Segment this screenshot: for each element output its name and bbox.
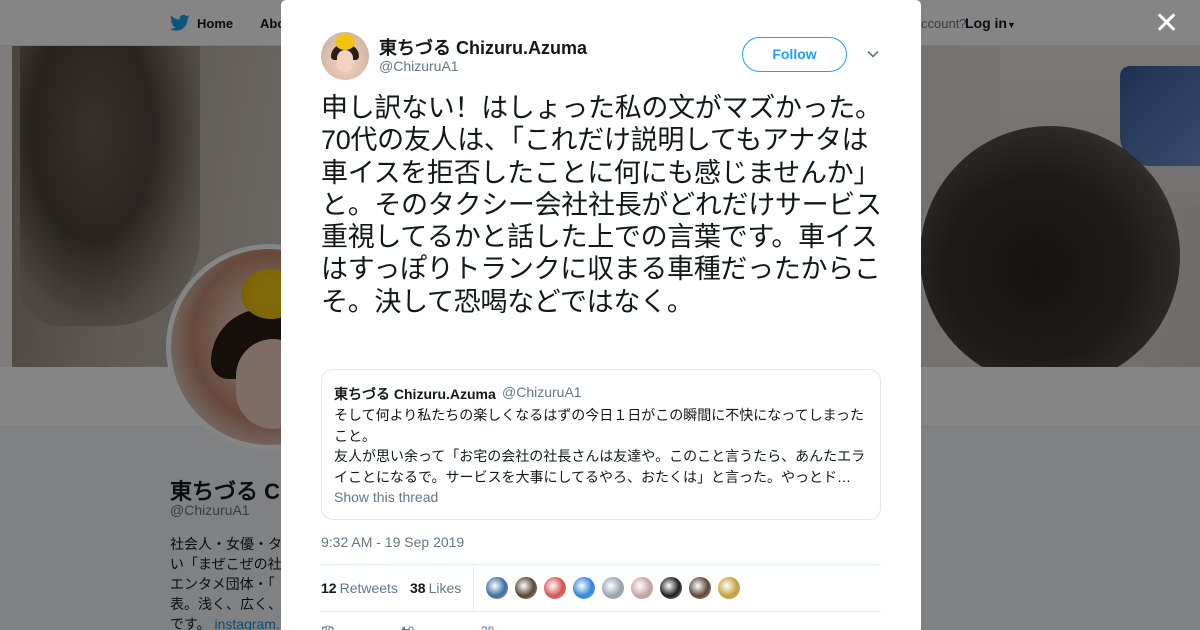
tweet-text: 申し訳ない！はしょった私の文がマズかった。70代の友人は、「これだけ説明してもア… xyxy=(321,93,882,317)
liker-avatar[interactable] xyxy=(514,576,538,600)
tweet-author-avatar[interactable] xyxy=(321,32,369,80)
like-label: Likes xyxy=(428,580,462,596)
liker-avatar[interactable] xyxy=(688,576,712,600)
retweet-count[interactable]: 12 Retweets xyxy=(321,580,398,596)
liker-avatar[interactable] xyxy=(717,576,741,600)
tweet-author-name[interactable]: 東ちづる Chizuru.Azuma xyxy=(379,34,587,60)
like-action-count: 38 xyxy=(481,624,494,630)
avatar-flower xyxy=(335,34,355,50)
quoted-author-handle: @ChizuruA1 xyxy=(502,384,582,400)
liker-avatar[interactable] xyxy=(485,576,509,600)
quoted-author-name: 東ちづる Chizuru.Azuma xyxy=(334,386,496,402)
tweet-timestamp[interactable]: 9:32 AM - 19 Sep 2019 xyxy=(321,534,464,550)
follow-button[interactable]: Follow xyxy=(742,37,847,72)
quoted-tweet[interactable]: 東ちづる Chizuru.Azuma @ChizuruA1 そして何より私たちの… xyxy=(321,369,881,520)
like-number: 38 xyxy=(410,580,426,596)
tweet-stats: 12 Retweets 38 Likes xyxy=(321,564,881,612)
retweet-action-count: 12 xyxy=(401,624,414,630)
retweet-label: Retweets xyxy=(339,580,398,596)
like-count[interactable]: 38 Likes xyxy=(410,580,461,596)
quoted-tweet-text: そして何より私たちの楽しくなるはずの今日１日がこの瞬間に不快になってしまったこと… xyxy=(334,407,866,485)
tweet-author-handle[interactable]: @ChizuruA1 xyxy=(379,58,459,74)
liker-avatar[interactable] xyxy=(543,576,567,600)
liker-avatar[interactable] xyxy=(630,576,654,600)
retweet-number: 12 xyxy=(321,580,337,596)
chevron-down-icon[interactable] xyxy=(865,46,881,62)
avatar-face xyxy=(337,50,353,72)
reply-count: 20 xyxy=(321,624,334,630)
liker-avatar[interactable] xyxy=(659,576,683,600)
liker-avatar[interactable] xyxy=(601,576,625,600)
show-thread-link[interactable]: Show this thread xyxy=(334,489,438,505)
liker-avatar[interactable] xyxy=(572,576,596,600)
stats-divider xyxy=(473,565,474,611)
tweet-modal: 東ちづる Chizuru.Azuma @ChizuruA1 Follow 申し訳… xyxy=(281,0,921,630)
close-icon[interactable]: ✕ xyxy=(1154,9,1179,39)
